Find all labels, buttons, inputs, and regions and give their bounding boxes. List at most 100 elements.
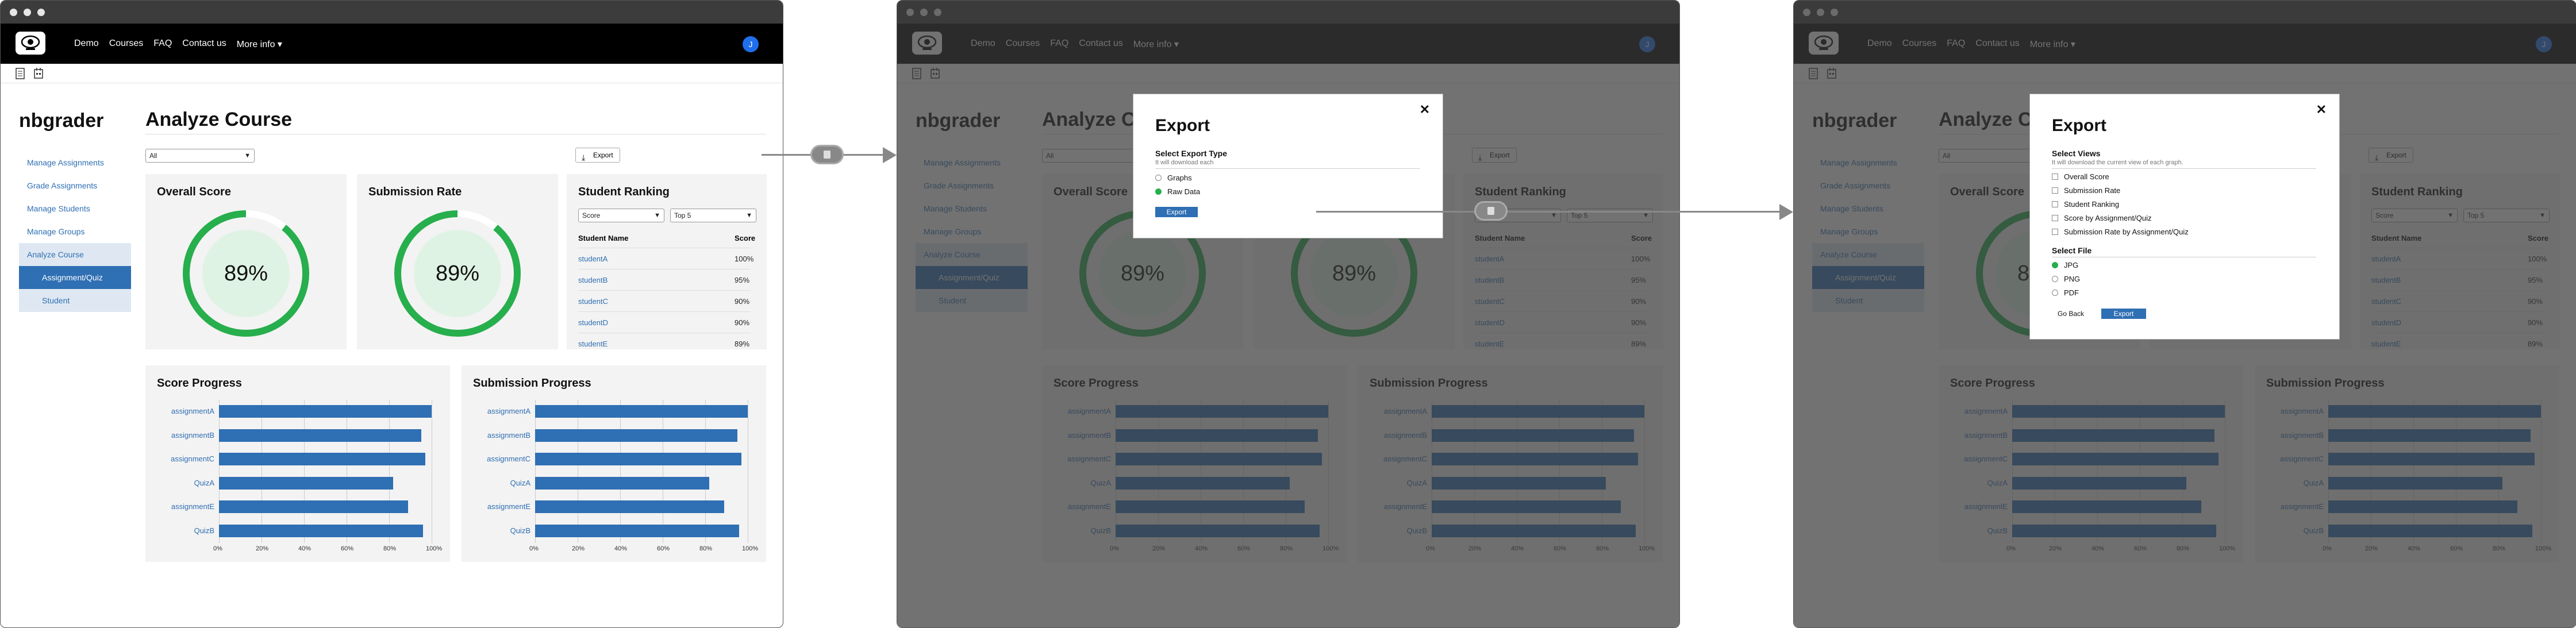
bar <box>219 500 409 513</box>
checkbox-icon[interactable] <box>2052 187 2058 194</box>
rank-limit-select[interactable]: Top 5▼ <box>670 209 756 222</box>
export-type-option[interactable]: Graphs <box>1155 174 1192 182</box>
student-ranking-title: Student Ranking <box>578 186 670 198</box>
window-minimize-dot[interactable] <box>24 9 31 16</box>
bar-row: QuizA <box>467 475 755 491</box>
radio-icon[interactable] <box>2052 262 2058 269</box>
sidebar-item-2[interactable]: Manage Students <box>19 197 131 220</box>
go-back-button[interactable]: Go Back <box>2052 309 2090 319</box>
view-option[interactable]: Student Ranking <box>2052 200 2119 209</box>
flow-arrow-2 <box>1316 211 1782 213</box>
ranking-row: studentE 89% <box>578 333 751 349</box>
radio-icon[interactable] <box>2052 290 2058 296</box>
category-label[interactable]: QuizB <box>467 526 530 535</box>
ranking-header: Student Name Score <box>578 234 756 242</box>
category-label[interactable]: assignmentC <box>151 454 214 463</box>
score-progress-plot: 0% 20% 40% 60% 80% 100% assignmentA assignmen… <box>151 400 442 552</box>
bar <box>219 524 424 537</box>
radio-icon[interactable] <box>1155 188 1162 195</box>
views-note: It will download the current view of eac… <box>2052 159 2183 166</box>
nav-link-2[interactable]: FAQ <box>153 38 172 50</box>
sidebar-item-3[interactable]: Manage Groups <box>19 220 131 243</box>
sidebar-item-4[interactable]: Analyze Course <box>19 243 131 266</box>
student-name-link[interactable]: studentA <box>578 255 608 263</box>
gridline <box>705 400 706 543</box>
checkbox-icon[interactable] <box>2052 201 2058 208</box>
category-label[interactable]: assignmentA <box>467 407 530 415</box>
view-option[interactable]: Submission Rate by Assignment/Quiz <box>2052 228 2189 236</box>
col-student-name: Student Name <box>578 234 629 242</box>
x-tick-label: 20% <box>572 545 585 552</box>
student-score: 90% <box>735 297 750 306</box>
category-label[interactable]: assignmentE <box>151 502 214 511</box>
browser-window-3: DemoCoursesFAQContact usMore info ▾J nbg… <box>1793 0 2576 628</box>
rank-metric-select[interactable]: Score▼ <box>578 209 664 222</box>
ranking-row: studentC 90% <box>578 290 751 311</box>
bar-row: QuizB <box>151 523 439 539</box>
notebook-icon[interactable] <box>14 67 26 80</box>
student-name-link[interactable]: studentE <box>578 340 608 348</box>
window-maximize-dot[interactable] <box>37 9 45 16</box>
x-tick-label: 60% <box>657 545 670 552</box>
sidebar-item-5[interactable]: Assignment/Quiz <box>19 266 131 289</box>
close-icon[interactable]: ✕ <box>2316 102 2327 117</box>
user-avatar[interactable]: J <box>743 36 759 52</box>
export-submit-button[interactable]: Export <box>1155 207 1198 217</box>
x-tick-label: 0% <box>213 545 222 552</box>
views-heading: Select Views <box>2052 149 2101 158</box>
nav-link-1[interactable]: Courses <box>109 38 144 50</box>
sidebar-item-1[interactable]: Grade Assignments <box>19 174 131 197</box>
category-label[interactable]: QuizA <box>467 479 530 487</box>
page-toolbar <box>1 64 783 83</box>
view-option[interactable]: Submission Rate <box>2052 186 2120 195</box>
submission-progress-plot: 0% 20% 40% 60% 80% 100% assignmentA assignmen… <box>467 400 758 552</box>
click-indicator-2 <box>1474 201 1508 221</box>
submission-progress-title: Submission Progress <box>473 377 591 390</box>
flow-arrowhead-2 <box>1779 204 1793 220</box>
click-indicator-1 <box>810 145 844 164</box>
student-name-link[interactable]: studentB <box>578 276 608 284</box>
category-label[interactable]: assignmentB <box>467 431 530 440</box>
sidebar-item-6[interactable]: Student <box>19 289 131 312</box>
nav-link-3[interactable]: Contact us <box>182 38 226 50</box>
category-label[interactable]: assignmentC <box>467 454 530 463</box>
radio-icon[interactable] <box>2052 276 2058 283</box>
bar <box>535 500 725 513</box>
file-option[interactable]: JPG <box>2052 261 2078 269</box>
student-name-link[interactable]: studentC <box>578 297 608 306</box>
checkbox-icon[interactable] <box>2052 174 2058 180</box>
category-label[interactable]: assignmentE <box>467 502 530 511</box>
bar-row: assignmentB <box>467 427 755 444</box>
checkbox-icon[interactable] <box>2052 229 2058 236</box>
category-label[interactable]: QuizA <box>151 479 214 487</box>
category-label[interactable]: assignmentB <box>151 431 214 440</box>
chevron-down-icon: ▼ <box>746 212 752 219</box>
export-button[interactable]: ⤓Export <box>575 148 620 163</box>
bar-row: assignmentE <box>467 499 755 515</box>
export-submit-button[interactable]: Export <box>2101 309 2146 319</box>
scope-select[interactable]: All▼ <box>145 149 255 163</box>
checkbox-icon[interactable] <box>2052 215 2058 222</box>
window-close-dot[interactable] <box>10 9 17 16</box>
view-option[interactable]: Overall Score <box>2052 172 2109 181</box>
calendar-icon[interactable] <box>33 67 44 80</box>
export-type-option[interactable]: Raw Data <box>1155 187 1200 196</box>
site-logo[interactable] <box>16 32 45 55</box>
student-name-link[interactable]: studentD <box>578 318 608 327</box>
sidebar-item-0[interactable]: Manage Assignments <box>19 151 131 174</box>
chevron-down-icon: ▼ <box>654 212 660 219</box>
file-option[interactable]: PNG <box>2052 275 2080 283</box>
download-icon: ⤓ <box>582 153 586 162</box>
category-label[interactable]: assignmentA <box>151 407 214 415</box>
category-label[interactable]: QuizB <box>151 526 214 535</box>
view-option[interactable]: Score by Assignment/Quiz <box>2052 214 2151 222</box>
nav-link-4[interactable]: More info ▾ <box>237 38 282 50</box>
close-icon[interactable]: ✕ <box>1420 102 1430 117</box>
radio-icon[interactable] <box>1155 175 1162 182</box>
divider <box>1155 168 1420 169</box>
x-tick-label: 40% <box>298 545 312 552</box>
bar-row: QuizA <box>151 475 439 491</box>
file-option[interactable]: PDF <box>2052 288 2079 297</box>
nav-link-0[interactable]: Demo <box>74 38 99 50</box>
overall-score-card: Overall Score 89% <box>145 174 347 349</box>
